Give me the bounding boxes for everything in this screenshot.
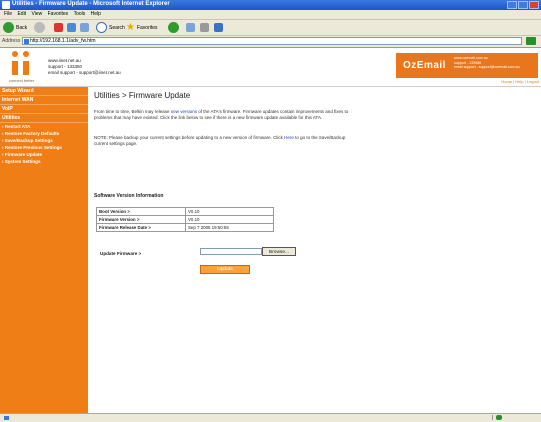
back-arrow-icon — [3, 22, 14, 33]
toolbar: Back Search ★ Favorites — [0, 20, 541, 36]
home-icon — [80, 23, 89, 32]
refresh-icon — [67, 23, 76, 32]
mail-button[interactable] — [186, 22, 195, 33]
ozemail-banner: OzEmail www.ozemail.com.au support - 133… — [396, 53, 538, 78]
star-icon: ★ — [126, 21, 135, 33]
page-done-icon — [4, 416, 9, 420]
menu-edit[interactable]: Edit — [17, 11, 26, 17]
mail-icon — [186, 23, 195, 32]
stop-button[interactable] — [54, 22, 63, 33]
edit-button[interactable] — [214, 22, 223, 33]
intro-text: From time to time, Belkin may release ne… — [94, 109, 349, 120]
address-input[interactable]: http://192.168.1.1/adv_fw.htm — [22, 37, 522, 45]
edit-icon — [214, 23, 223, 32]
search-icon — [96, 22, 107, 33]
update-firmware-label: Update Firmware > — [100, 251, 142, 256]
sidebar-item[interactable]: › Firmware Update — [0, 151, 88, 158]
ie-icon — [2, 1, 10, 9]
table-row: Firmware Version > V0.10 — [96, 215, 274, 224]
forward-button[interactable] — [34, 22, 45, 33]
window-title: Utilities - Firmware Update - Microsoft … — [12, 1, 170, 7]
browse-button[interactable]: Browse... — [262, 247, 296, 256]
maximize-button[interactable] — [518, 1, 528, 9]
home-button[interactable] — [80, 22, 89, 33]
header-links[interactable]: Home | Help | Logout — [501, 79, 539, 84]
page-header: connect better www.iinet.net.au support … — [0, 48, 541, 87]
new-versions-link[interactable]: new versions — [171, 109, 197, 114]
menu-help[interactable]: Help — [91, 11, 101, 17]
internet-zone-icon — [496, 415, 502, 420]
sidebar-item[interactable]: Utilities — [0, 114, 88, 123]
menu-file[interactable]: File — [4, 11, 12, 17]
address-label: Address — [2, 38, 21, 44]
search-button[interactable]: Search — [96, 22, 125, 33]
note-text: NOTE: Please backup your current setting… — [94, 135, 346, 146]
go-button[interactable] — [526, 37, 536, 45]
sidebar-item[interactable]: Setup Wizard — [0, 87, 88, 96]
table-row: Firmware Release Date > Sep 7 2005 19:50:… — [96, 223, 274, 232]
page-icon — [24, 39, 29, 44]
close-button[interactable] — [529, 1, 539, 9]
address-bar: Address http://192.168.1.1/adv_fw.htm — [0, 36, 541, 48]
sidebar-item[interactable]: VoIP — [0, 105, 88, 114]
refresh-button[interactable] — [67, 22, 76, 33]
favorites-button[interactable]: ★ Favorites — [126, 22, 158, 33]
contact-info: www.iinet.net.au support - 133350 email … — [48, 58, 121, 75]
back-button[interactable]: Back — [3, 22, 27, 33]
sidebar-item[interactable]: Internet WAN — [0, 96, 88, 105]
menu-tools[interactable]: Tools — [74, 11, 86, 17]
sidebar: Setup Wizard Internet WAN VoIP Utilities › R… — [0, 87, 88, 413]
page-title: Utilities > Firmware Update — [94, 91, 191, 100]
iinet-logo: connect better — [4, 51, 39, 83]
forward-arrow-icon — [34, 22, 45, 33]
section-title: Software Version Information — [94, 193, 164, 199]
sidebar-item[interactable]: › Restore Previous Settings — [0, 144, 88, 151]
stop-icon — [54, 23, 63, 32]
print-button[interactable] — [200, 22, 209, 33]
table-row: Boot Version > V0.10 — [96, 207, 274, 216]
sidebar-item[interactable]: › Restore Factory Defaults — [0, 130, 88, 137]
print-icon — [200, 23, 209, 32]
menu-favorites[interactable]: Favorites — [48, 11, 69, 17]
media-button[interactable] — [168, 22, 179, 33]
sidebar-item[interactable]: › System Settings — [0, 158, 88, 165]
menu-view[interactable]: View — [31, 11, 42, 17]
menu-bar: File Edit View Favorites Tools Help — [0, 10, 541, 20]
here-link[interactable]: Here — [284, 135, 294, 140]
sidebar-item[interactable]: › Restart ATA — [0, 123, 88, 130]
version-table: Boot Version > V0.10 Firmware Version > V0… — [96, 207, 274, 232]
zone-indicator — [492, 415, 533, 420]
media-icon — [168, 22, 179, 33]
ozemail-logo: OzEmail — [403, 60, 446, 71]
firmware-file-input[interactable] — [200, 248, 262, 255]
update-button[interactable]: Update — [200, 265, 250, 274]
main-content: Utilities > Firmware Update From time to… — [92, 87, 537, 413]
sidebar-item[interactable]: › Save/Backup Settings — [0, 137, 88, 144]
window-titlebar: Utilities - Firmware Update - Microsoft … — [0, 0, 541, 10]
page-content: connect better www.iinet.net.au support … — [0, 48, 541, 413]
minimize-button[interactable] — [507, 1, 517, 9]
